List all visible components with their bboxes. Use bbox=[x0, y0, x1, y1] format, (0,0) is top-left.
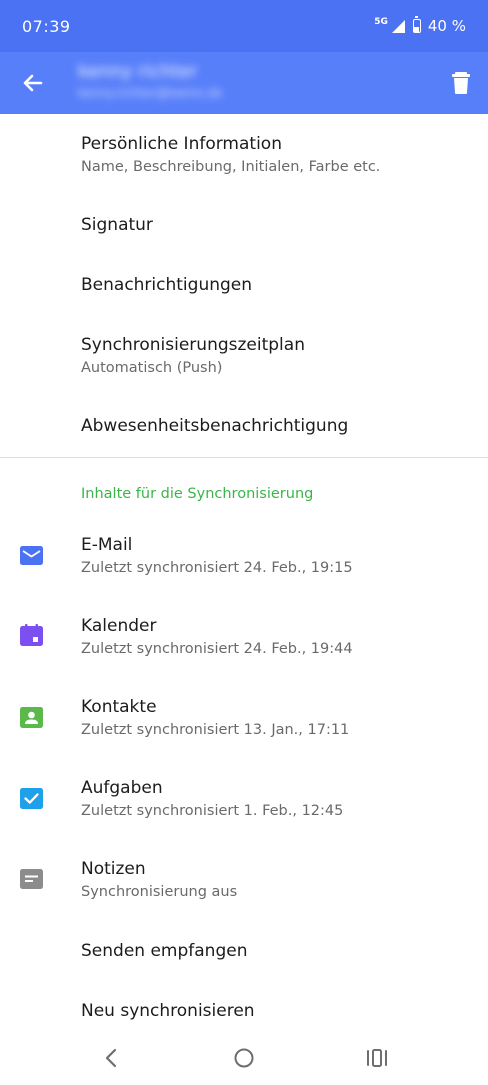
nav-recents-icon bbox=[367, 1049, 387, 1067]
setting-personal-info[interactable]: Persönliche Information Name, Beschreibu… bbox=[0, 122, 488, 192]
action-send-receive[interactable]: Senden empfangen bbox=[0, 922, 488, 980]
setting-title: Persönliche Information bbox=[81, 134, 282, 154]
note-icon bbox=[20, 869, 43, 889]
trash-icon bbox=[452, 72, 470, 94]
section-header-sync: Inhalte für die Synchronisierung bbox=[81, 486, 314, 502]
setting-title: Abwesenheitsbenachrichtigung bbox=[81, 416, 349, 436]
setting-out-of-office[interactable]: Abwesenheitsbenachrichtigung bbox=[0, 399, 488, 455]
arrow-left-icon bbox=[23, 74, 43, 92]
account-email: kenny.richter@kwmx.de bbox=[78, 86, 223, 100]
back-button[interactable] bbox=[14, 65, 50, 101]
task-checkbox-icon bbox=[20, 788, 43, 809]
nav-recents-button[interactable] bbox=[362, 1043, 392, 1073]
setting-sync-schedule[interactable]: Synchronisierungszeitplan Automatisch (P… bbox=[0, 324, 488, 394]
system-nav-bar bbox=[0, 1030, 488, 1085]
sync-item-title: Kalender bbox=[81, 616, 157, 636]
setting-subtitle: Automatisch (Push) bbox=[81, 360, 223, 376]
contact-icon bbox=[20, 707, 43, 728]
sync-item-subtitle: Zuletzt synchronisiert 1. Feb., 12:45 bbox=[81, 803, 344, 819]
battery-icon bbox=[412, 16, 421, 33]
status-time: 07:39 bbox=[22, 16, 71, 36]
setting-subtitle: Name, Beschreibung, Initialen, Farbe etc… bbox=[81, 159, 381, 175]
battery-level: 40 % bbox=[427, 17, 466, 35]
status-bar: 07:39 5G 40 % bbox=[0, 0, 488, 52]
account-name: kenny richter bbox=[78, 61, 198, 82]
sync-item-calendar[interactable]: Kalender Zuletzt synchronisiert 24. Feb.… bbox=[0, 603, 488, 675]
sync-item-subtitle: Zuletzt synchronisiert 24. Feb., 19:15 bbox=[81, 560, 353, 576]
sync-item-subtitle: Synchronisierung aus bbox=[81, 884, 238, 900]
sync-item-title: Kontakte bbox=[81, 697, 157, 717]
nav-back-icon bbox=[105, 1048, 117, 1068]
sync-item-title: E-Mail bbox=[81, 535, 133, 555]
app-bar: kenny richter kenny.richter@kwmx.de bbox=[0, 52, 488, 114]
sync-item-email[interactable]: E-Mail Zuletzt synchronisiert 24. Feb., … bbox=[0, 522, 488, 594]
sync-item-notes[interactable]: Notizen Synchronisierung aus bbox=[0, 846, 488, 918]
setting-title: Signatur bbox=[81, 215, 153, 235]
nav-home-button[interactable] bbox=[229, 1043, 259, 1073]
sync-item-subtitle: Zuletzt synchronisiert 24. Feb., 19:44 bbox=[81, 641, 353, 657]
setting-title: Synchronisierungszeitplan bbox=[81, 335, 305, 355]
calendar-icon bbox=[20, 624, 43, 646]
setting-notifications[interactable]: Benachrichtigungen bbox=[0, 258, 488, 314]
action-title: Senden empfangen bbox=[81, 941, 248, 961]
account-title: kenny richter kenny.richter@kwmx.de bbox=[78, 60, 280, 108]
sync-item-subtitle: Zuletzt synchronisiert 13. Jan., 17:11 bbox=[81, 722, 350, 738]
network-type: 5G bbox=[374, 17, 388, 27]
setting-signature[interactable]: Signatur bbox=[0, 198, 488, 254]
sync-item-title: Aufgaben bbox=[81, 778, 163, 798]
sync-item-title: Notizen bbox=[81, 859, 146, 879]
sync-item-tasks[interactable]: Aufgaben Zuletzt synchronisiert 1. Feb.,… bbox=[0, 765, 488, 837]
status-indicators: 5G 40 % bbox=[374, 16, 466, 35]
setting-title: Benachrichtigungen bbox=[81, 275, 253, 295]
sync-item-contacts[interactable]: Kontakte Zuletzt synchronisiert 13. Jan.… bbox=[0, 684, 488, 756]
nav-back-button[interactable] bbox=[96, 1043, 126, 1073]
nav-home-icon bbox=[234, 1048, 254, 1068]
mail-icon bbox=[20, 546, 43, 565]
action-title: Neu synchronisieren bbox=[81, 1001, 255, 1021]
delete-account-button[interactable] bbox=[446, 67, 476, 99]
signal-icon bbox=[391, 19, 405, 33]
divider bbox=[0, 457, 488, 458]
